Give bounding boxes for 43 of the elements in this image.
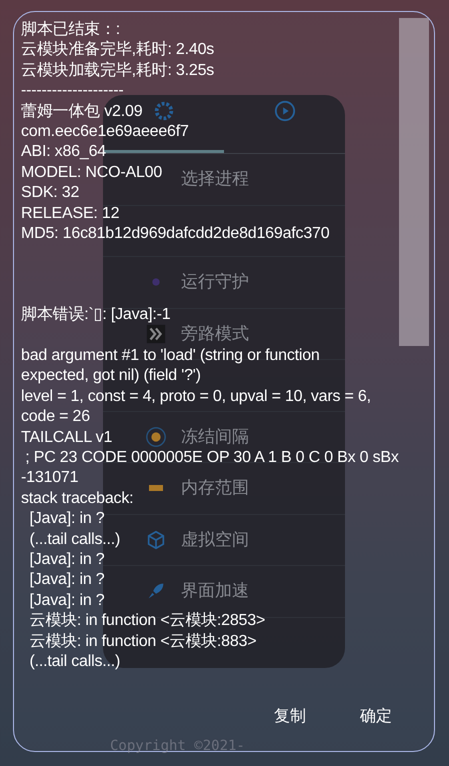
log-line: [Java]: in ? bbox=[28, 509, 104, 530]
menu-item[interactable]: 冻结间隔 bbox=[181, 428, 249, 446]
log-line: 脚本错误:`▯: [Java]:-1 bbox=[21, 305, 170, 326]
log-line: com.eec6e1e69aeee6f7 bbox=[21, 122, 189, 142]
log-line: expected, got nil) (field '?') bbox=[21, 366, 201, 386]
menu-item[interactable]: 选择进程 bbox=[181, 170, 249, 188]
log-line: RELEASE: 12 bbox=[21, 204, 120, 224]
log-line: MODEL: NCO-AL00 bbox=[21, 162, 162, 183]
log-line: ; PC 23 CODE 0000005E OP 30 A 1 B 0 C 0 Bx 0 sBx bbox=[24, 448, 399, 468]
log-line: 云模块: in function <云模块:883> bbox=[28, 632, 256, 652]
log-line: TAILCALL v1 bbox=[21, 428, 112, 448]
menu-item[interactable]: 内存范围 bbox=[181, 479, 249, 498]
log-line: 脚本已结束：: bbox=[21, 20, 120, 40]
menu-item[interactable]: 虚拟空间 bbox=[181, 530, 249, 549]
menu-item[interactable]: 旁路模式 bbox=[181, 324, 249, 343]
log-line: ABI: x86_64 bbox=[21, 142, 106, 162]
log-line: -------------------- bbox=[21, 81, 124, 102]
log-line: (...tail calls...) bbox=[28, 530, 120, 550]
cube-icon bbox=[145, 528, 167, 551]
log-line: (...tail calls...) bbox=[28, 652, 120, 672]
log-line: [Java]: in ? bbox=[28, 550, 104, 570]
scrollbar-thumb[interactable] bbox=[399, 18, 429, 346]
log-line: 蕾姆一体包 v2.09 bbox=[21, 102, 142, 122]
log-line: bad argument #1 to 'load' (string or function bbox=[21, 346, 320, 366]
log-line: stack traceback: bbox=[21, 488, 134, 509]
log-line: [Java]: in ? bbox=[28, 570, 104, 590]
gear-icon bbox=[152, 100, 174, 122]
dialog-button[interactable]: 确定 bbox=[356, 702, 396, 731]
log-line: level = 1, const = 4, proto = 0, upval = 10, vars = 6, bbox=[21, 386, 371, 407]
log-line: 云模块: in function <云模块:2853> bbox=[28, 611, 266, 632]
chevrons-icon bbox=[145, 322, 167, 345]
battery-icon bbox=[149, 485, 163, 492]
log-line: 云模块准备完毕,耗时: 2.40s bbox=[21, 40, 214, 60]
dialog-button[interactable]: 复制 bbox=[270, 702, 310, 731]
log-line: MD5: 16c81b12d969dafcdd2de8d169afc370 bbox=[21, 224, 330, 244]
log-line: [Java]: in ? bbox=[28, 590, 104, 611]
log-line: SDK: 32 bbox=[21, 183, 80, 204]
log-line: -131071 bbox=[21, 468, 78, 488]
menu-item[interactable]: 运行守护 bbox=[181, 273, 249, 292]
log-line: code = 26 bbox=[21, 407, 90, 428]
menu-item[interactable]: 界面加速 bbox=[181, 582, 249, 600]
log-line: 云模块加载完毕,耗时: 3.25s bbox=[21, 60, 214, 81]
play-icon bbox=[274, 100, 296, 122]
